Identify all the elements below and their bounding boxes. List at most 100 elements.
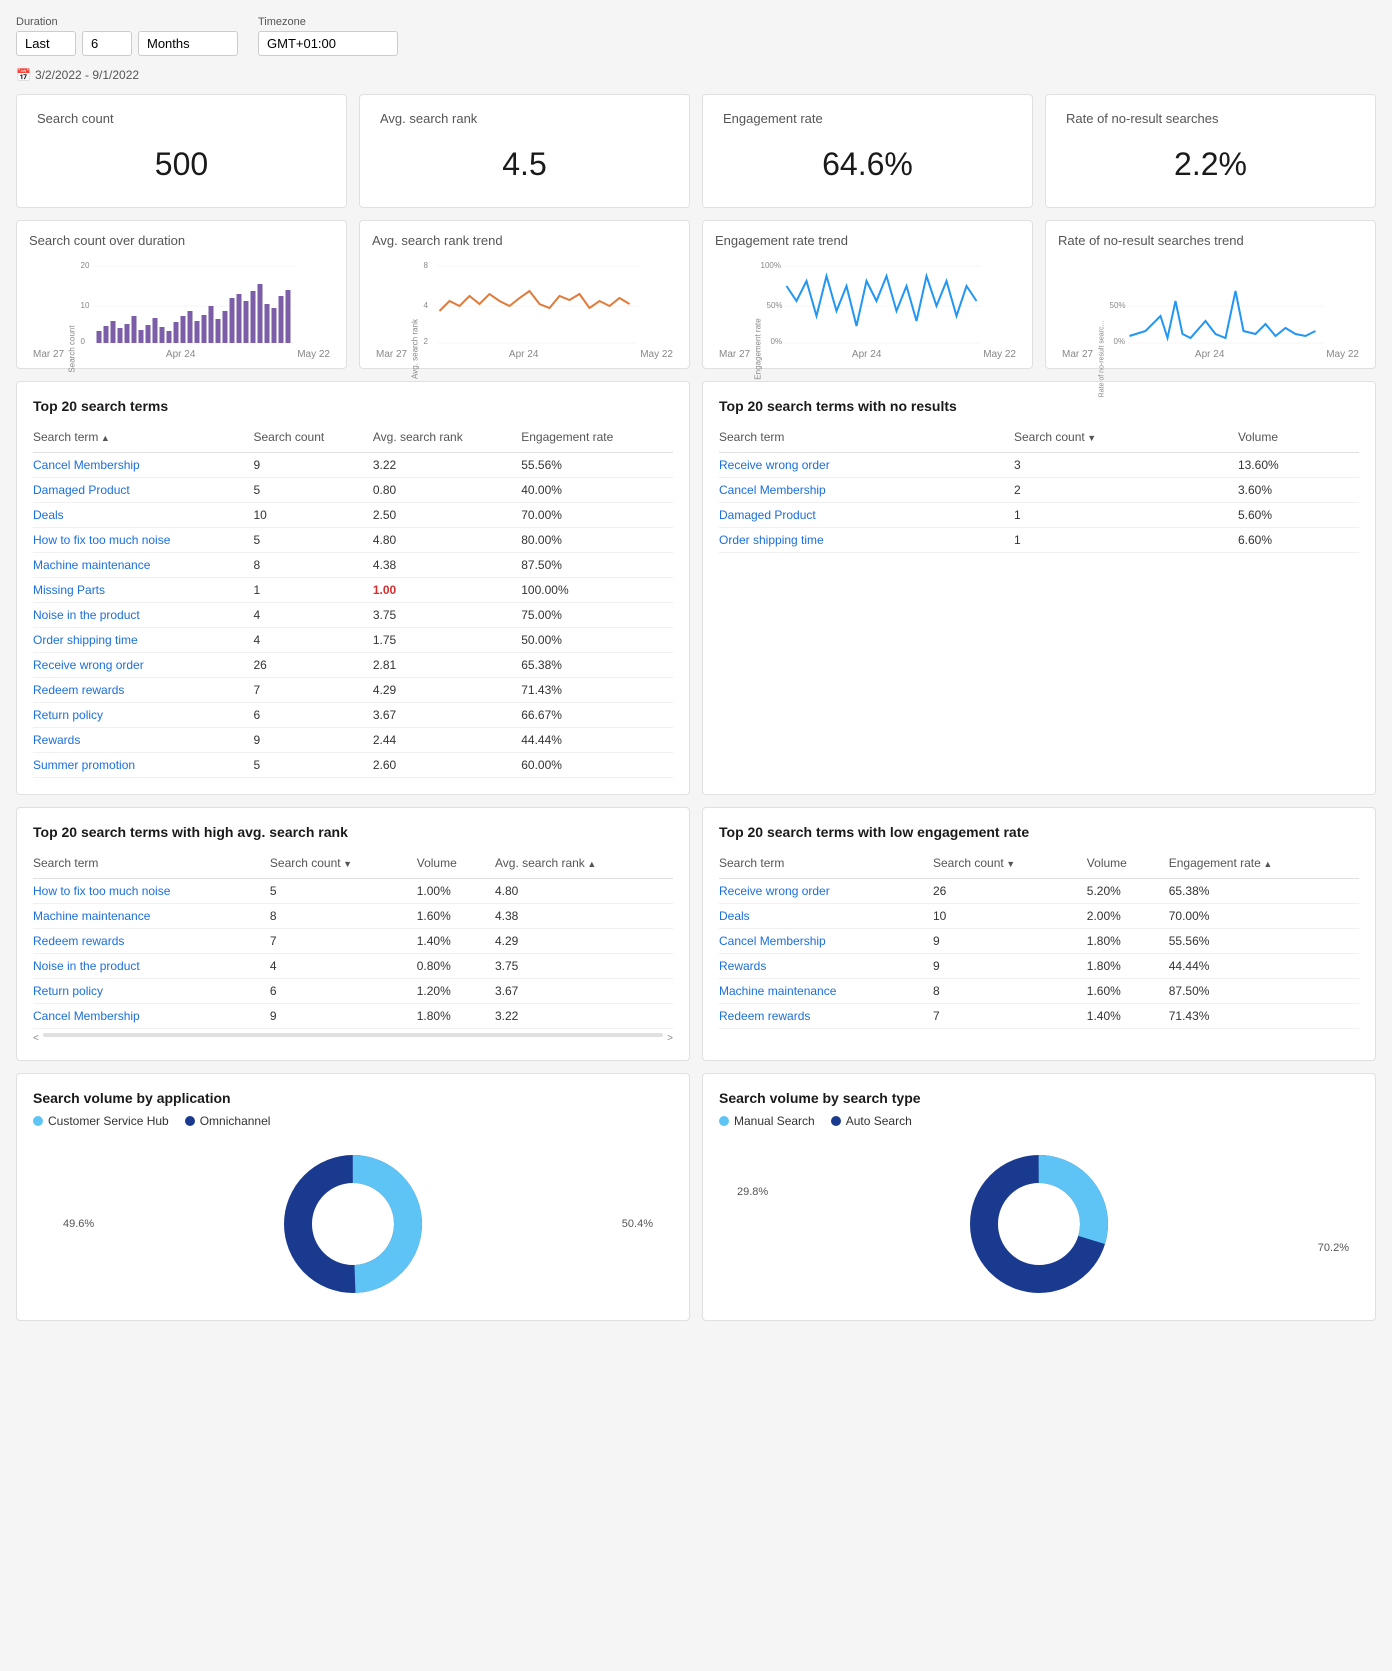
- col-le-term[interactable]: Search term: [719, 852, 933, 879]
- table-cell: 3.75: [495, 954, 673, 979]
- table-cell[interactable]: Order shipping time: [719, 528, 1014, 553]
- col-le-engagement[interactable]: Engagement rate: [1169, 852, 1359, 879]
- scrollbar-hint: < >: [33, 1033, 673, 1044]
- table-cell[interactable]: Cancel Membership: [719, 478, 1014, 503]
- table-cell: 80.00%: [521, 528, 673, 553]
- donut-type-legend: Manual Search Auto Search: [719, 1114, 1359, 1128]
- table-cell: 3.67: [373, 703, 521, 728]
- table-cell: 100.00%: [521, 578, 673, 603]
- table-cell: 3.22: [373, 453, 521, 478]
- scroll-left[interactable]: <: [33, 1033, 39, 1044]
- duration-value-select[interactable]: 6: [82, 31, 132, 56]
- col-search-term[interactable]: Search term: [33, 426, 254, 453]
- col-avg-rank[interactable]: Avg. search rank: [373, 426, 521, 453]
- engagement-rate-chart-title: Engagement rate trend: [715, 233, 1020, 248]
- table-row: How to fix too much noise51.00%4.80: [33, 879, 673, 904]
- table-cell: 66.67%: [521, 703, 673, 728]
- table-cell: 1.80%: [1087, 929, 1169, 954]
- col-le-count[interactable]: Search count: [933, 852, 1087, 879]
- low-engagement-title: Top 20 search terms with low engagement …: [719, 824, 1359, 840]
- table-cell[interactable]: Noise in the product: [33, 603, 254, 628]
- table-cell[interactable]: Machine maintenance: [719, 979, 933, 1004]
- timezone-select[interactable]: GMT+01:00: [258, 31, 398, 56]
- table-cell[interactable]: Deals: [719, 904, 933, 929]
- table-cell[interactable]: Rewards: [33, 728, 254, 753]
- table-cell: 2.60: [373, 753, 521, 778]
- col-hr-volume[interactable]: Volume: [417, 852, 495, 879]
- table-cell: 0.80: [373, 478, 521, 503]
- table-cell[interactable]: Return policy: [33, 979, 270, 1004]
- table-cell: 4: [254, 603, 373, 628]
- col-hr-count[interactable]: Search count: [270, 852, 417, 879]
- table-cell: 4: [270, 954, 417, 979]
- col-nr-count[interactable]: Search count: [1014, 426, 1238, 453]
- table-row: Receive wrong order313.60%: [719, 453, 1359, 478]
- table-cell[interactable]: Rewards: [719, 954, 933, 979]
- table-cell[interactable]: Noise in the product: [33, 954, 270, 979]
- table-cell[interactable]: Order shipping time: [33, 628, 254, 653]
- table-cell: 9: [270, 1004, 417, 1029]
- table-row: Cancel Membership91.80%3.22: [33, 1004, 673, 1029]
- table-cell[interactable]: Return policy: [33, 703, 254, 728]
- table-cell[interactable]: How to fix too much noise: [33, 528, 254, 553]
- table-cell: 4.38: [495, 904, 673, 929]
- table-row: Return policy63.6766.67%: [33, 703, 673, 728]
- table-cell: 3.75: [373, 603, 521, 628]
- table-cell: 60.00%: [521, 753, 673, 778]
- table-cell: 4: [254, 628, 373, 653]
- table-row: How to fix too much noise54.8080.00%: [33, 528, 673, 553]
- table-cell[interactable]: Cancel Membership: [33, 453, 254, 478]
- svg-text:8: 8: [424, 261, 429, 270]
- col-hr-term[interactable]: Search term: [33, 852, 270, 879]
- table-cell[interactable]: Missing Parts: [33, 578, 254, 603]
- donut-type-title: Search volume by search type: [719, 1090, 1359, 1106]
- svg-text:0%: 0%: [1114, 337, 1126, 346]
- col-nr-volume[interactable]: Volume: [1238, 426, 1359, 453]
- col-engagement[interactable]: Engagement rate: [521, 426, 673, 453]
- svg-text:Avg. search rank: Avg. search rank: [411, 318, 420, 379]
- table-cell[interactable]: Receive wrong order: [719, 879, 933, 904]
- table-cell[interactable]: Summer promotion: [33, 753, 254, 778]
- table-cell[interactable]: How to fix too much noise: [33, 879, 270, 904]
- scroll-right[interactable]: >: [667, 1033, 673, 1044]
- table-cell[interactable]: Redeem rewards: [719, 1004, 933, 1029]
- tables-row-1: Top 20 search terms Search term Search c…: [16, 381, 1376, 795]
- svg-text:0%: 0%: [771, 337, 783, 346]
- table-cell[interactable]: Damaged Product: [719, 503, 1014, 528]
- col-hr-rank[interactable]: Avg. search rank: [495, 852, 673, 879]
- table-cell: 5.20%: [1087, 879, 1169, 904]
- table-cell: 1.00%: [417, 879, 495, 904]
- table-cell[interactable]: Deals: [33, 503, 254, 528]
- table-cell: 1.80%: [417, 1004, 495, 1029]
- table-cell[interactable]: Redeem rewards: [33, 678, 254, 703]
- high-rank-title: Top 20 search terms with high avg. searc…: [33, 824, 673, 840]
- table-cell[interactable]: Receive wrong order: [719, 453, 1014, 478]
- table-cell: 1.20%: [417, 979, 495, 1004]
- table-cell[interactable]: Machine maintenance: [33, 904, 270, 929]
- table-cell[interactable]: Redeem rewards: [33, 929, 270, 954]
- table-cell: 4.29: [373, 678, 521, 703]
- table-cell[interactable]: Machine maintenance: [33, 553, 254, 578]
- table-cell: 9: [254, 728, 373, 753]
- last-select[interactable]: Last: [16, 31, 76, 56]
- engagement-rate-value: 64.6%: [723, 138, 1012, 191]
- table-cell[interactable]: Damaged Product: [33, 478, 254, 503]
- duration-label: Duration: [16, 16, 238, 28]
- col-nr-search-term[interactable]: Search term: [719, 426, 1014, 453]
- table-cell: 3: [1014, 453, 1238, 478]
- table-cell: 6.60%: [1238, 528, 1359, 553]
- table-cell[interactable]: Receive wrong order: [33, 653, 254, 678]
- table-cell: 3.22: [495, 1004, 673, 1029]
- svg-text:Rate of no-result searc...: Rate of no-result searc...: [1099, 321, 1106, 398]
- table-row: Cancel Membership23.60%: [719, 478, 1359, 503]
- table-cell[interactable]: Cancel Membership: [719, 929, 933, 954]
- col-search-count[interactable]: Search count: [254, 426, 373, 453]
- table-row: Summer promotion52.6060.00%: [33, 753, 673, 778]
- table-cell[interactable]: Cancel Membership: [33, 1004, 270, 1029]
- table-cell: 26: [254, 653, 373, 678]
- col-le-volume[interactable]: Volume: [1087, 852, 1169, 879]
- no-result-title: Rate of no-result searches: [1066, 111, 1355, 126]
- table-cell: 13.60%: [1238, 453, 1359, 478]
- svg-text:4: 4: [424, 301, 429, 310]
- period-select[interactable]: Months: [138, 31, 238, 56]
